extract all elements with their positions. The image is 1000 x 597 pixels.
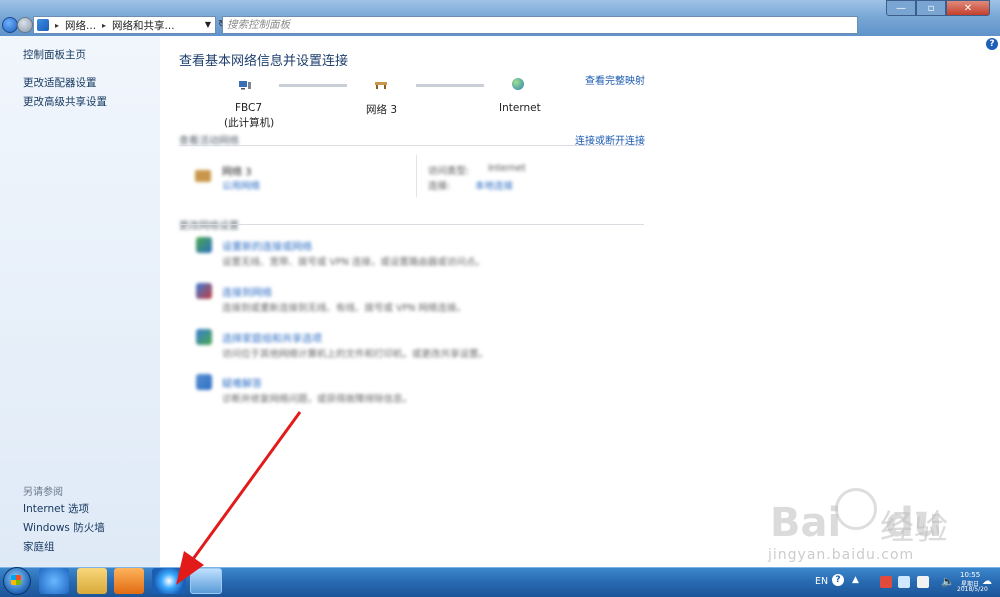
access-type-label: 访问类型: (428, 166, 470, 177)
new-connection-icon (196, 237, 212, 253)
action-center-flag-icon[interactable] (880, 576, 892, 588)
node-sublabel-computer: (此计算机) (224, 117, 275, 129)
control-panel-icon (37, 19, 49, 31)
connection-line (416, 84, 484, 87)
windows-logo-icon (11, 575, 21, 585)
see-also-heading: 另请参阅 (23, 487, 63, 498)
address-bar[interactable]: ▸ 网络... ▸ 网络和共享... ▼ (33, 16, 216, 34)
tray-expand-icon[interactable]: ▲ (852, 575, 859, 585)
network-type-link[interactable]: 公用网络 (222, 178, 260, 192)
taskbar (0, 567, 1000, 597)
forward-button[interactable] (17, 17, 33, 33)
chat-app-icon[interactable] (152, 568, 186, 594)
node-label-computer: FBC7 (235, 102, 263, 114)
sidebar-item-control-panel-home[interactable]: 控制面板主页 (23, 47, 86, 62)
maximize-button[interactable]: ▫ (916, 0, 946, 16)
breadcrumb-chevron-icon: ▸ (55, 20, 60, 30)
connection-line (279, 84, 347, 87)
sidebar-item-internet-options[interactable]: Internet 选项 (23, 501, 89, 516)
divider (179, 145, 644, 146)
clock-date: 2018/5/20 (957, 586, 988, 593)
network-bench-icon (375, 82, 387, 89)
explorer-folder-icon[interactable] (77, 568, 107, 594)
sidebar-item-advanced-sharing[interactable]: 更改高级共享设置 (23, 94, 107, 109)
tray-computer-icon[interactable] (898, 576, 910, 588)
breadcrumb-sharing-center[interactable]: 网络和共享... (112, 18, 175, 33)
media-player-icon[interactable] (114, 568, 144, 594)
search-input[interactable]: 搜索控制面板 (222, 16, 858, 34)
help-icon[interactable]: ? (986, 38, 998, 50)
task-link-troubleshoot[interactable]: 疑难解答 (222, 375, 262, 390)
breadcrumb-chevron-icon: ▸ (102, 20, 107, 30)
clock-time[interactable]: 10:55 (960, 571, 980, 579)
annotation-arrow-line (186, 411, 302, 567)
tray-help-icon[interactable]: ? (832, 574, 844, 586)
connect-network-icon (196, 283, 212, 299)
connections-label: 连接: (428, 181, 451, 192)
volume-icon[interactable]: 🔈 (941, 575, 955, 588)
internet-explorer-icon[interactable] (39, 568, 69, 594)
control-panel-taskbar-icon[interactable] (190, 568, 222, 594)
task-link-new-connection[interactable]: 设置新的连接或网络 (222, 238, 312, 253)
breadcrumb-network[interactable]: 网络... (65, 18, 96, 33)
cloud-icon[interactable]: ☁ (982, 576, 992, 587)
connection-link[interactable]: 本地连接 (475, 178, 513, 192)
task-desc: 设置无线、宽带、拨号或 VPN 连接，或设置路由器或访问点。 (222, 257, 485, 268)
sidebar: 控制面板主页 更改适配器设置 更改高级共享设置 另请参阅 Internet 选项… (0, 36, 160, 567)
view-full-map-link[interactable]: 查看完整映射 (585, 72, 645, 87)
active-network-name: 网络 3 (222, 167, 252, 178)
minimize-button[interactable]: — (886, 0, 916, 16)
tray-network-icon[interactable] (917, 576, 929, 588)
close-button[interactable]: ✕ (946, 0, 990, 16)
node-label-internet: Internet (499, 102, 541, 114)
sidebar-item-homegroup[interactable]: 家庭组 (23, 539, 55, 554)
page-title: 查看基本网络信息并设置连接 (179, 54, 349, 69)
divider (179, 224, 644, 225)
task-link-connect-network[interactable]: 连接到网络 (222, 284, 272, 299)
task-desc: 访问位于其他网络计算机上的文件和打印机，或更改共享设置。 (222, 349, 489, 360)
watermark-url: jingyan.baidu.com (768, 547, 915, 563)
back-button[interactable] (2, 17, 18, 33)
sidebar-item-adapter-settings[interactable]: 更改适配器设置 (23, 75, 97, 90)
computer-icon (239, 81, 251, 90)
vertical-divider (416, 155, 417, 197)
language-indicator[interactable]: EN (815, 576, 828, 587)
address-dropdown-icon[interactable]: ▼ (205, 20, 211, 29)
task-desc: 连接到或重新连接到无线、有线、拨号或 VPN 网络连接。 (222, 303, 466, 314)
network-bench-icon (195, 170, 211, 182)
troubleshoot-icon (196, 374, 212, 390)
access-type-value: Internet (488, 163, 526, 174)
sidebar-item-windows-firewall[interactable]: Windows 防火墙 (23, 520, 105, 535)
node-label-network: 网络 3 (366, 104, 398, 116)
window-controls: — ▫ ✕ (886, 0, 996, 16)
watermark-jingyan: 经验 (880, 508, 948, 548)
task-link-homegroup-sharing[interactable]: 选择家庭组和共享选项 (222, 330, 322, 345)
globe-icon (512, 78, 524, 90)
homegroup-icon (196, 329, 212, 345)
task-desc: 诊断并修复网络问题，或获得故障排除信息。 (222, 394, 413, 405)
